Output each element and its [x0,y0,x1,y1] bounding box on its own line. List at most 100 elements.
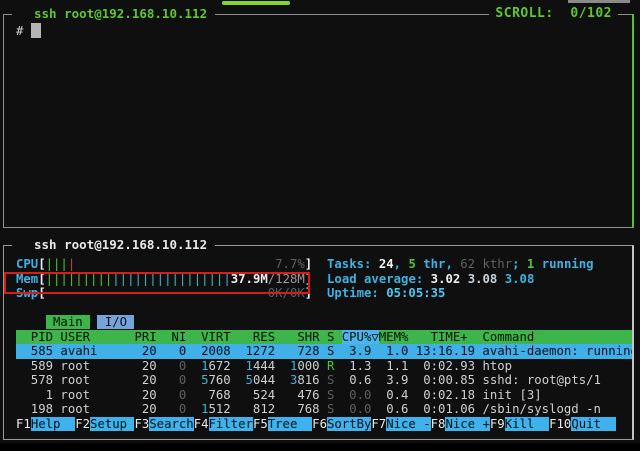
tab-io[interactable]: I/O [97,315,134,329]
fkey-f2: F2 [75,417,90,431]
terminal-text-segment: 768 524 476 [186,388,319,402]
shell-content: # [16,23,632,225]
process-row-578[interactable]: 578 root 20 0 5760 5044 3816 S 0.6 3.9 0… [16,373,632,388]
tasks-kernel-threads: 62 kthr [460,257,512,271]
fkey-f7: F7 [371,417,386,431]
swap-value: 0K/0K [268,286,305,300]
terminal-text-segment [312,286,327,300]
terminal-text-segment [75,257,275,271]
terminal-text-segment [231,373,246,387]
tasks-total: 24 [379,257,394,271]
screen-tabs: Main I/O [16,315,632,330]
fkey-kill-button[interactable]: Kill [505,417,549,431]
terminal-text-segment: 589 root 20 [16,359,179,373]
header-sort-cpu[interactable]: CPU%▽ [342,330,379,344]
terminal-text-segment: 0.0 [349,388,371,402]
terminal-text-segment [312,257,327,271]
terminal-text-segment [320,402,327,416]
mem-used-value: 37.9M [231,272,268,286]
top-edge-gray-artifact [568,0,630,3]
terminal-text-segment: 000 [297,359,319,373]
fkey-f5: F5 [253,417,268,431]
pane-shell[interactable]: ssh root@192.168.10.112 SCROLL: 0/102 # [3,14,634,228]
terminal-text-segment [46,286,268,300]
process-row-1[interactable]: 1 root 20 0 768 524 476 S 0.0 0.4 0:02.1… [16,388,632,403]
terminal-text-segment: 672 [209,359,231,373]
terminal-text-segment: 1 [201,402,208,416]
terminal-text-segment: 198 root 20 [16,402,179,416]
fkey-nice-plus-button[interactable]: Nice + [445,417,489,431]
fkey-f9: F9 [490,417,505,431]
tasks-threads: 5 [408,257,415,271]
fkey-help-button[interactable]: Help [31,417,75,431]
terminal-text-segment: [ [38,286,45,300]
terminal-text-segment: 1 [246,359,253,373]
terminal-text-segment: 1 [201,359,208,373]
mem-meter-line: Mem[|||||||||||||||||||||||||37.9M/128M]… [16,272,632,287]
terminal-text-segment [231,359,246,373]
tasks-label: Tasks: [327,257,379,271]
fkey-nice-minus-button[interactable]: Nice - [386,417,430,431]
swap-meter-line: Swp[ 0K/0K] Uptime: 05:05:35 [16,286,632,301]
cpu-meter-line: CPU[|||| 7.7%] Tasks: 24, 5 thr, 62 kthr… [16,257,632,272]
terminal-text-segment: 1.3 1.1 0:02.93 htop [334,359,512,373]
terminal-text-segment: ; [512,257,527,271]
tab-main[interactable]: Main [46,315,90,329]
mem-total-value: /128M [268,272,305,286]
fkey-f10: F10 [549,417,571,431]
terminal-text-segment: 812 768 [231,402,320,416]
terminal-text-segment: [ [38,257,45,271]
blank-line [16,301,632,316]
fkey-quit-button[interactable]: Quit [571,417,615,431]
fkey-sortby-button[interactable]: SortBy [327,417,371,431]
terminal-text-segment [275,359,290,373]
fkey-filter-button[interactable]: Filter [209,417,253,431]
fkey-search-button[interactable]: Search [149,417,193,431]
process-row-589[interactable]: 589 root 20 0 1672 1444 1000 R 1.3 1.1 0… [16,359,632,374]
uptime-value: 05:05:35 [386,286,445,300]
terminal-text-segment: 760 [209,373,231,387]
terminal-screen: ssh root@192.168.10.112 SCROLL: 0/102 # … [0,0,640,443]
terminal-text-segment: 044 [253,373,275,387]
load-average-5min: 3.08 [468,272,505,286]
fkey-f3: F3 [134,417,149,431]
terminal-text-segment [16,315,46,329]
terminal-text-segment: 0.0 [349,402,371,416]
terminal-text-segment: 512 [209,402,231,416]
terminal-text-segment: 0.6 0:01.06 /sbin/syslogd -n [371,402,601,416]
fkey-f4: F4 [194,417,209,431]
header-right-columns[interactable]: MEM% TIME+ Command [379,330,534,344]
shell-prompt: # [16,24,31,38]
fkey-f8: F8 [431,417,446,431]
pane-htop-title[interactable]: ssh root@192.168.10.112 [12,237,215,253]
mem-meter-bars-used: ||||||||| [46,272,113,286]
cpu-meter-label: CPU [16,257,38,271]
terminal-text-segment: thr [416,257,446,271]
process-row-198[interactable]: 198 root 20 0 1512 812 768 S 0.0 0.6 0:0… [16,402,632,417]
load-average-15min: 3.08 [505,272,535,286]
terminal-text-segment: 578 root 20 [16,373,179,387]
terminal-text-segment: , [394,257,409,271]
terminal-text-segment: 816 [297,373,319,387]
uptime-label: Uptime: [327,286,386,300]
mem-meter-bars-cache: |||||||||||||||| [112,272,230,286]
terminal-text-segment [312,272,327,286]
text-cursor [31,23,41,38]
pane-shell-title[interactable]: ssh root@192.168.10.112 [12,6,215,22]
header-left-columns[interactable]: PID USER PRI NI VIRT RES SHR S [16,330,342,344]
table-header[interactable]: PID USER PRI NI VIRT RES SHR S CPU%▽MEM%… [16,330,632,345]
terminal-text-segment: 444 [253,359,275,373]
htop-content: CPU[|||| 7.7%] Tasks: 24, 5 thr, 62 kthr… [16,257,632,438]
terminal-text-segment [186,373,201,387]
fkey-tree-button[interactable]: Tree [268,417,312,431]
terminal-text-segment [186,359,201,373]
terminal-text-segment: , [445,257,460,271]
function-key-bar: F1Help F2Setup F3SearchF4FilterF5Tree F6… [16,417,632,432]
process-row-585[interactable]: 585 avahi 20 0 2008 1272 728 S 3.9 1.0 1… [16,344,632,359]
terminal-text-segment [320,373,327,387]
terminal-text-segment [275,373,290,387]
fkey-setup-button[interactable]: Setup [90,417,134,431]
terminal-text-segment [320,388,327,402]
process-row-text: 585 avahi 20 0 2008 1272 728 S 3.9 1.0 1… [16,344,632,358]
pane-htop[interactable]: ssh root@192.168.10.112 CPU[|||| 7.7%] T… [3,245,634,440]
